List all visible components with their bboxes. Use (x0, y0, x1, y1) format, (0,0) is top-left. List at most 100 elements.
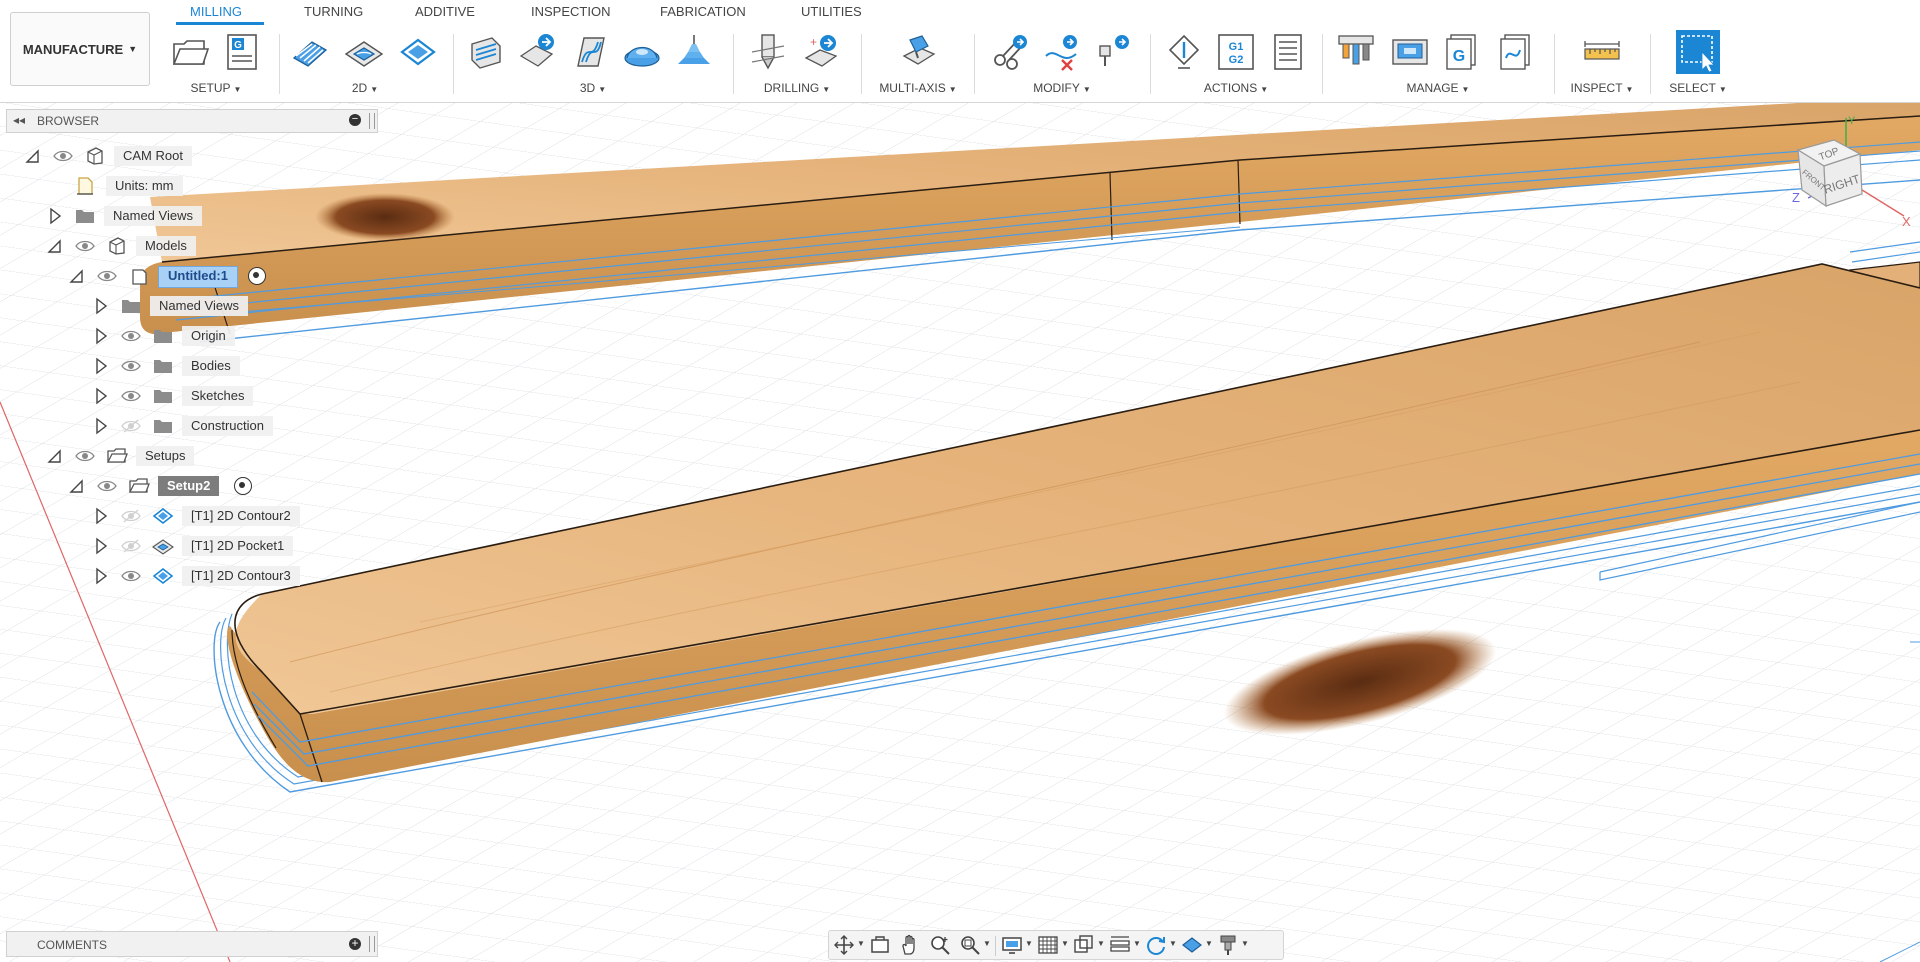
grid-settings-icon[interactable] (1037, 934, 1059, 956)
tree-node-operation-contour2[interactable]: [T1] 2D Contour2 (0, 505, 320, 527)
fit-zoom-icon[interactable] (959, 934, 981, 956)
actions-group-dropdown[interactable]: ACTIONS ▼ (1158, 81, 1314, 95)
collapsed-triangle-icon[interactable] (46, 206, 64, 226)
setup-group-dropdown[interactable]: SETUP ▼ (166, 81, 266, 95)
tree-node-bodies[interactable]: Bodies (0, 355, 300, 377)
visibility-eye-icon[interactable] (52, 147, 74, 165)
collapsed-triangle-icon[interactable] (92, 326, 110, 346)
chevron-down-icon[interactable]: ▼ (1133, 939, 1141, 948)
3d-pocket-clearing-icon[interactable] (518, 32, 558, 72)
collapsed-triangle-icon[interactable] (92, 296, 110, 316)
3d-group-dropdown[interactable]: 3D ▼ (462, 81, 724, 95)
activate-radio-icon[interactable] (248, 267, 266, 285)
display-settings-icon[interactable] (1001, 934, 1023, 956)
select-cursor-icon[interactable] (1676, 30, 1720, 74)
tab-utilities[interactable]: UTILITIES (801, 4, 862, 19)
machine-library-icon[interactable] (1390, 32, 1430, 72)
expanded-triangle-icon[interactable] (24, 146, 42, 166)
3d-contour-icon[interactable] (674, 32, 714, 72)
panel-resize-handle[interactable] (369, 936, 375, 952)
setup-sheet-icon[interactable] (1268, 32, 1308, 72)
tree-node-operation-pocket1[interactable]: [T1] 2D Pocket1 (0, 535, 320, 557)
expanded-triangle-icon[interactable] (68, 476, 86, 496)
tree-node-units[interactable]: Units: mm (0, 175, 300, 197)
tab-additive[interactable]: ADDITIVE (415, 4, 475, 19)
delete-toolpath-icon[interactable] (1042, 32, 1082, 72)
tree-node-model-named-views[interactable]: Named Views (0, 295, 300, 317)
2d-group-dropdown[interactable]: 2D ▼ (286, 81, 444, 95)
multi-axis-group-dropdown[interactable]: MULTI-AXIS ▼ (870, 81, 966, 95)
chevron-down-icon[interactable]: ▼ (1169, 939, 1177, 948)
zoom-icon[interactable] (929, 934, 951, 956)
drill-icon[interactable] (748, 32, 788, 72)
tree-node-untitled-model[interactable]: Untitled:1 (0, 265, 300, 288)
collapsed-triangle-icon[interactable] (92, 386, 110, 406)
expanded-triangle-icon[interactable] (46, 446, 64, 466)
visibility-eye-icon[interactable] (120, 327, 142, 345)
orbit-pan-icon[interactable] (833, 934, 855, 956)
collapsed-triangle-icon[interactable] (92, 356, 110, 376)
expanded-triangle-icon[interactable] (68, 266, 86, 286)
chevron-down-icon[interactable]: ▼ (1205, 939, 1213, 948)
hidden-eye-icon[interactable] (120, 417, 142, 435)
tree-node-setups[interactable]: Setups (0, 445, 300, 467)
activate-radio-icon[interactable] (234, 477, 252, 495)
tool-library-icon[interactable] (1336, 32, 1376, 72)
tab-milling[interactable]: MILLING (190, 4, 242, 19)
visibility-eye-icon[interactable] (74, 237, 96, 255)
add-comment-button[interactable]: + (349, 937, 361, 950)
look-at-icon[interactable] (869, 934, 891, 956)
measure-icon[interactable] (1582, 32, 1622, 72)
collapsed-triangle-icon[interactable] (92, 416, 110, 436)
tree-node-sketches[interactable]: Sketches (0, 385, 300, 407)
tab-fabrication[interactable]: FABRICATION (660, 4, 746, 19)
simulate-icon[interactable] (1164, 32, 1204, 72)
tree-node-cam-root[interactable]: CAM Root (0, 145, 300, 167)
chevron-down-icon[interactable]: ▼ (1025, 939, 1033, 948)
tree-node-named-views[interactable]: Named Views (0, 205, 300, 227)
layers-icon[interactable] (1109, 934, 1131, 956)
tree-node-setup2[interactable]: Setup2 (0, 475, 300, 497)
visibility-eye-icon[interactable] (120, 357, 142, 375)
tool-rotate-icon[interactable] (1094, 32, 1134, 72)
post-process-g1g2-icon[interactable]: G1 G2 (1216, 32, 1256, 72)
chevron-down-icon[interactable]: ▼ (1061, 939, 1069, 948)
minimize-browser-button[interactable]: − (349, 114, 361, 126)
pan-hand-icon[interactable] (899, 934, 921, 956)
tab-inspection[interactable]: INSPECTION (531, 4, 610, 19)
scissors-icon[interactable] (990, 32, 1030, 72)
tool-display-icon[interactable] (1217, 934, 1239, 956)
expanded-triangle-icon[interactable] (46, 236, 64, 256)
select-group-dropdown[interactable]: SELECT ▼ (1658, 81, 1738, 95)
chevron-down-icon[interactable]: ▼ (857, 939, 865, 948)
2d-adaptive-icon[interactable] (290, 32, 330, 72)
viewports-icon[interactable] (1073, 934, 1095, 956)
visibility-eye-icon[interactable] (74, 447, 96, 465)
multi-axis-icon[interactable] (898, 32, 938, 72)
tree-node-construction[interactable]: Construction (0, 415, 300, 437)
chevron-down-icon[interactable]: ▼ (1241, 939, 1249, 948)
3d-adaptive-icon[interactable] (466, 32, 506, 72)
setup-gcode-sheet-icon[interactable]: G (222, 32, 262, 72)
refresh-regenerate-icon[interactable] (1145, 934, 1167, 956)
manage-group-dropdown[interactable]: MANAGE ▼ (1330, 81, 1546, 95)
modify-group-dropdown[interactable]: MODIFY ▼ (982, 81, 1142, 95)
visibility-eye-icon[interactable] (96, 267, 118, 285)
panel-resize-handle[interactable] (369, 113, 375, 129)
2d-contour-icon[interactable] (398, 32, 438, 72)
canvas-viewport[interactable] (0, 102, 1920, 962)
3d-flow-icon[interactable] (570, 32, 610, 72)
template-library-icon[interactable] (1496, 32, 1536, 72)
drilling-group-dropdown[interactable]: DRILLING ▼ (742, 81, 852, 95)
2d-pocket-icon[interactable] (344, 32, 384, 72)
tree-node-operation-contour3[interactable]: [T1] 2D Contour3 (0, 565, 320, 587)
3d-steep-shallow-icon[interactable] (622, 32, 662, 72)
hole-recognition-icon[interactable]: + (802, 32, 842, 72)
setup-folder-icon[interactable] (170, 32, 210, 72)
inspect-group-dropdown[interactable]: INSPECT ▼ (1562, 81, 1642, 95)
visibility-eye-icon[interactable] (120, 567, 142, 585)
stock-display-icon[interactable] (1181, 934, 1203, 956)
hidden-eye-icon[interactable] (120, 537, 142, 555)
collapsed-triangle-icon[interactable] (92, 566, 110, 586)
collapsed-triangle-icon[interactable] (92, 536, 110, 556)
